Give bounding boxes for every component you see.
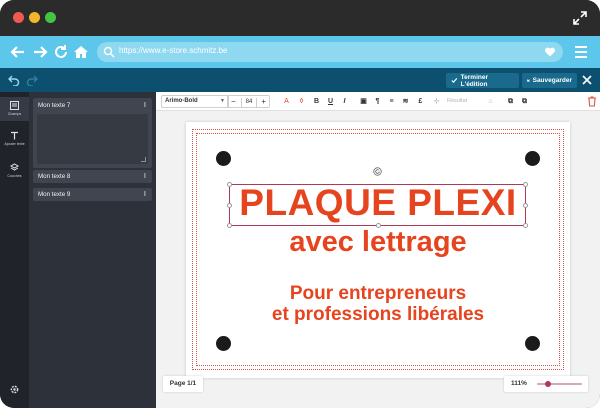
search-icon	[103, 46, 115, 58]
delete-trash-icon[interactable]	[587, 96, 597, 107]
italic-icon[interactable]: I	[339, 96, 350, 107]
font-family-select[interactable]: Arimo-Bold ▼	[161, 95, 229, 108]
zoom-value: 111%	[511, 380, 527, 387]
fields-icon	[10, 101, 19, 110]
text-field-input[interactable]	[37, 114, 148, 164]
url-text: https://www.e-store.schmitz.be	[119, 46, 228, 55]
forward-arrow-icon[interactable]	[32, 44, 48, 60]
text-field-label: Mon texte 9	[38, 191, 71, 198]
save-icon	[527, 79, 530, 82]
save-button[interactable]: Sauvegarder	[522, 73, 577, 88]
text-cursor-icon: Ι	[143, 101, 146, 109]
design-canvas[interactable]: PLAQUE PLEXI avec lettrage Pour entrepre…	[186, 122, 570, 378]
address-bar[interactable]: https://www.e-store.schmitz.be	[97, 42, 563, 62]
letter-spacing-icon[interactable]: ≋	[400, 96, 411, 107]
bell-icon: ⌂	[488, 98, 493, 105]
text-field-label: Mon texte 7	[38, 102, 71, 109]
save-label: Sauvegarder	[532, 77, 572, 84]
underline-icon[interactable]: U	[325, 96, 336, 107]
minimize-window-button[interactable]	[29, 12, 40, 23]
browser-toolbar: https://www.e-store.schmitz.be	[0, 36, 600, 68]
font-size-stepper[interactable]: − 84 +	[227, 95, 270, 108]
redo-icon[interactable]	[26, 74, 38, 86]
zoom-control: 111%	[504, 376, 588, 392]
headline-text[interactable]: PLAQUE PLEXI	[186, 182, 570, 224]
rail-item-add-text[interactable]: Ajouter texte	[0, 129, 29, 151]
subheadline-text[interactable]: avec lettrage	[186, 226, 570, 259]
text-field-card[interactable]: Mon texte 9 Ι	[33, 188, 152, 201]
tools-rail: Champs Ajouter texte Couches	[0, 92, 29, 408]
bring-forward-icon[interactable]: ⧉	[505, 96, 516, 107]
rotate-handle-icon[interactable]	[373, 167, 382, 176]
check-icon	[451, 78, 458, 84]
send-backward-icon[interactable]: ⧉	[519, 96, 530, 107]
settings-gear-icon[interactable]	[9, 384, 20, 395]
text-cursor-icon: Ι	[143, 172, 146, 180]
increase-size-button[interactable]: +	[261, 97, 266, 106]
font-size-value[interactable]: 84	[241, 98, 257, 107]
mounting-hole	[525, 336, 540, 351]
window-titlebar	[0, 0, 600, 36]
line-spacing-icon[interactable]: ≡	[386, 96, 397, 107]
editor-toolbar: Terminer L'édition Sauvegarder	[0, 68, 600, 92]
heart-icon[interactable]	[544, 46, 556, 58]
zoom-slider-handle[interactable]	[545, 381, 552, 387]
hamburger-menu-icon[interactable]	[574, 44, 588, 60]
format-toolbar: Arimo-Bold ▼ − 84 + A ◊ B U I ▣ ¶ ≡ ≋ £ …	[156, 92, 600, 111]
currency-icon[interactable]: £	[415, 96, 426, 107]
tagline-line2-text[interactable]: et professions libérales	[186, 304, 570, 326]
text-fields-panel: Mon texte 7 Ι Mon texte 8 Ι Mon texte 9 …	[29, 92, 156, 408]
text-cursor-icon: Ι	[143, 190, 146, 198]
reload-icon[interactable]	[53, 44, 69, 60]
mounting-hole	[216, 151, 231, 166]
highlight-icon[interactable]: ◊	[296, 96, 307, 107]
zoom-slider[interactable]	[537, 381, 582, 387]
rail-item-layers-label: Couches	[7, 174, 22, 178]
rail-item-layers[interactable]: Couches	[0, 161, 29, 181]
text-color-icon[interactable]: A	[281, 96, 292, 107]
font-family-value: Arimo-Bold	[165, 98, 198, 104]
zoom-window-button[interactable]	[45, 12, 56, 23]
close-editor-icon[interactable]	[581, 74, 593, 86]
decrease-size-button[interactable]: −	[231, 97, 236, 106]
editor-area: Arimo-Bold ▼ − 84 + A ◊ B U I ▣ ¶ ≡ ≋ £ …	[156, 92, 600, 408]
layers-icon	[10, 163, 19, 171]
rail-item-fields[interactable]: Champs	[0, 97, 29, 121]
fullscreen-icon[interactable]	[572, 10, 588, 26]
close-window-button[interactable]	[13, 12, 24, 23]
finish-editing-button[interactable]: Terminer L'édition	[446, 73, 519, 88]
rail-item-fields-label: Champs	[7, 112, 22, 116]
text-field-label: Mon texte 8	[38, 173, 71, 180]
back-arrow-icon[interactable]	[10, 44, 26, 60]
text-icon	[11, 131, 18, 140]
text-field-card[interactable]: Mon texte 7 Ι	[33, 98, 152, 168]
tagline-line1-text[interactable]: Pour entrepreneurs	[186, 283, 570, 305]
text-field-card[interactable]: Mon texte 8 Ι	[33, 170, 152, 183]
app-window: https://www.e-store.schmitz.be Terminer …	[0, 0, 600, 408]
mounting-hole	[525, 151, 540, 166]
undo-icon[interactable]	[8, 74, 20, 86]
mounting-hole	[216, 336, 231, 351]
frame-icon[interactable]: ▣	[358, 96, 369, 107]
paragraph-icon[interactable]: ¶	[372, 96, 383, 107]
result-icon: ⊹	[433, 98, 440, 105]
bold-icon[interactable]: B	[311, 96, 322, 107]
finish-editing-label: Terminer L'édition	[460, 73, 489, 88]
chevron-down-icon: ▼	[220, 98, 225, 104]
rail-item-add-text-label: Ajouter texte	[4, 142, 25, 146]
result-label: Résultat	[447, 98, 468, 104]
resize-handle-icon[interactable]	[141, 157, 146, 162]
page-indicator: Page 1/1	[163, 376, 203, 392]
home-icon[interactable]	[73, 44, 89, 60]
